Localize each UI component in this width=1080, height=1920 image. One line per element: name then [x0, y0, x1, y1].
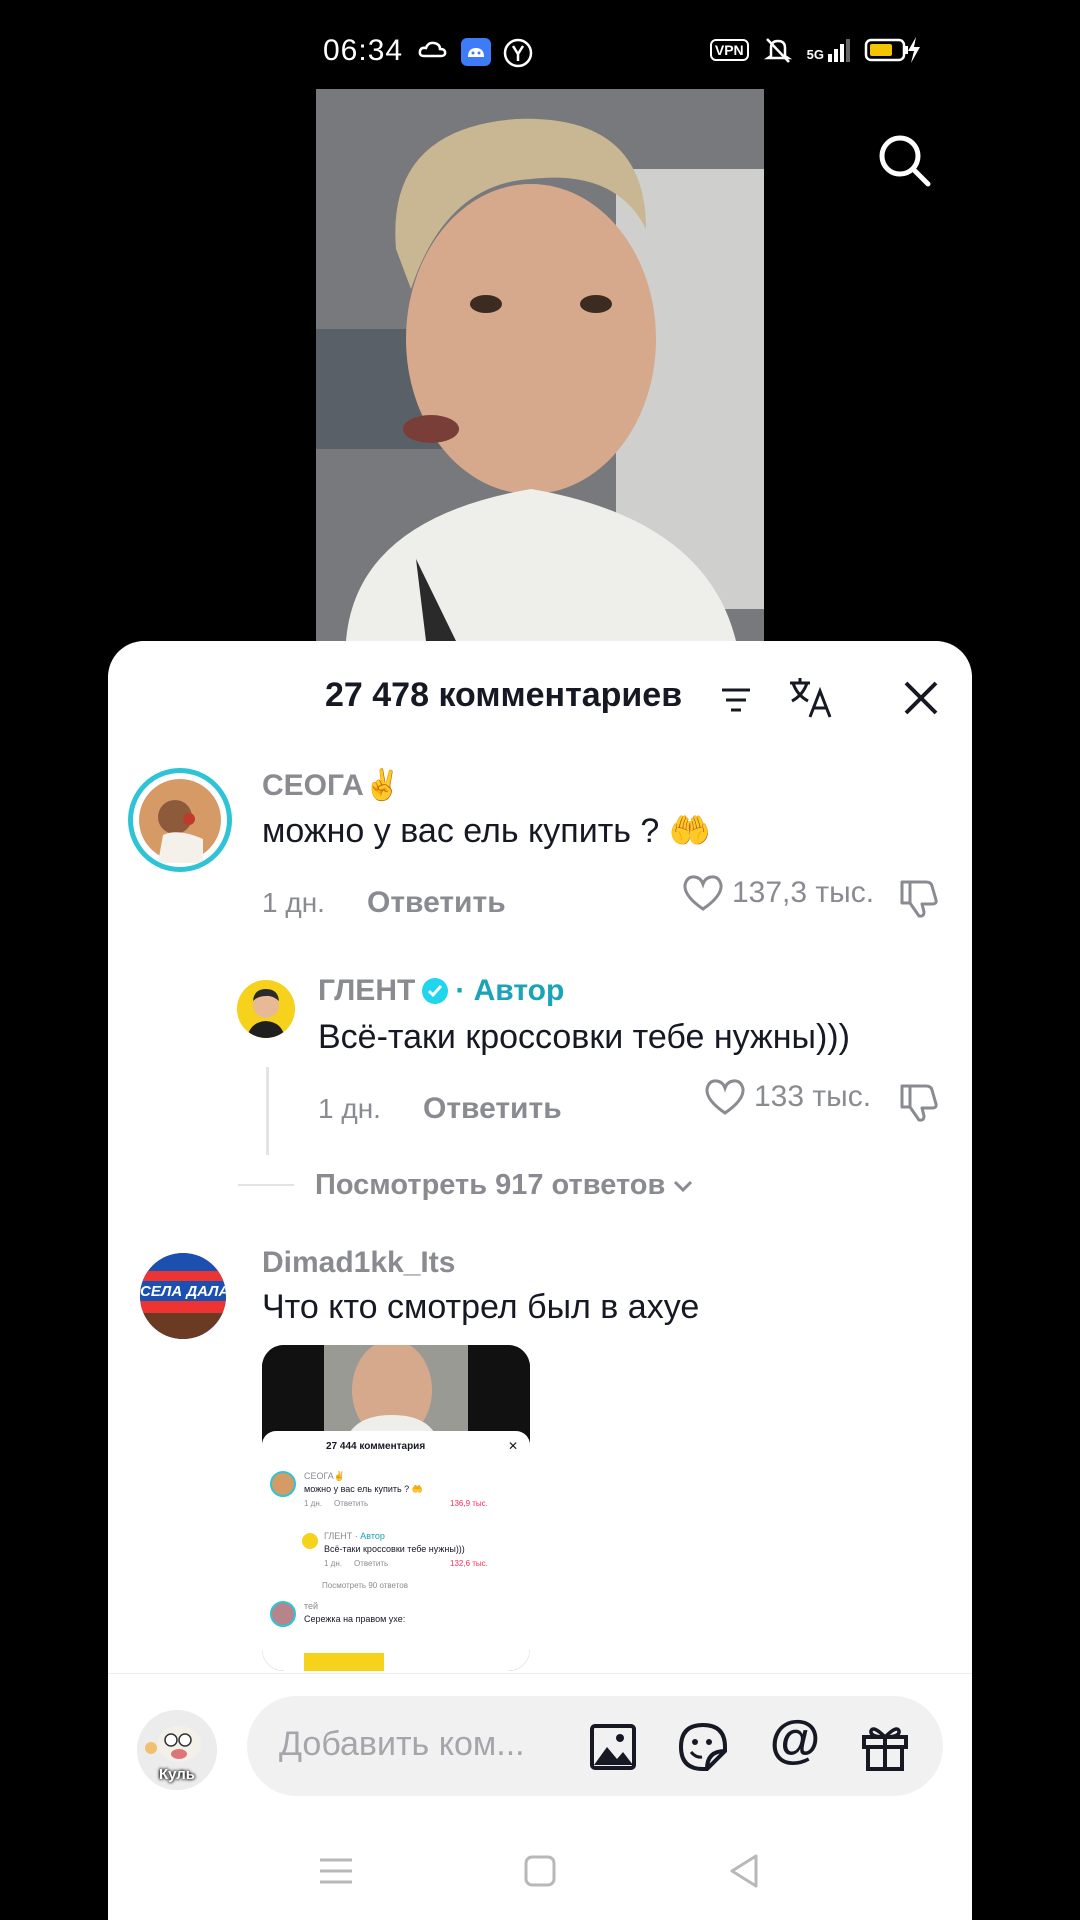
status-bar: 06:34 VPN 5G: [0, 0, 1080, 90]
status-right: VPN 5G: [709, 36, 920, 64]
back-icon[interactable]: [724, 1851, 764, 1891]
dislike-icon[interactable]: [898, 1080, 942, 1124]
avatar-caption: Куль: [158, 1766, 196, 1783]
like-button[interactable]: 133 тыс.: [704, 1078, 871, 1116]
reply-button[interactable]: Ответить: [367, 886, 506, 920]
comment-username[interactable]: Dimad1kk_Its: [262, 1246, 455, 1280]
verified-icon: [422, 978, 449, 1004]
yandex-icon: [503, 38, 533, 68]
comment-text: можно у вас ель купить ? 🤲: [262, 812, 712, 850]
system-nav-bar: [108, 1831, 972, 1920]
dislike-icon[interactable]: [898, 876, 942, 920]
reply-username-row: ГЛЕНТ · Автор: [318, 974, 564, 1008]
like-button[interactable]: 137,3 тыс.: [682, 874, 874, 912]
reply-age: 1 дн.: [318, 1093, 381, 1124]
image-icon[interactable]: [587, 1721, 639, 1773]
reply-username[interactable]: ГЛЕНТ: [318, 974, 415, 1008]
heart-icon: [705, 1079, 745, 1115]
avatar[interactable]: [128, 768, 232, 872]
chevron-down-icon: [674, 1180, 693, 1192]
close-icon[interactable]: [898, 675, 944, 721]
home-icon[interactable]: [520, 1851, 560, 1891]
search-icon[interactable]: [876, 132, 932, 188]
like-count: 137,3 тыс.: [732, 876, 875, 909]
android-icon: [461, 38, 491, 66]
reply-button[interactable]: Ответить: [423, 1092, 562, 1126]
my-avatar[interactable]: Куль: [137, 1710, 217, 1790]
video-player[interactable]: [316, 89, 764, 641]
emoji-icon[interactable]: [677, 1721, 729, 1773]
comment-input[interactable]: Добавить ком... @: [247, 1696, 943, 1796]
attachment-video-frame: [262, 1345, 530, 1445]
like-count: 133 тыс.: [754, 1080, 872, 1113]
reply-text: Всё-таки кроссовки тебе нужны))): [318, 1018, 850, 1056]
comment-input-placeholder: Добавить ком...: [279, 1725, 525, 1763]
divider: [238, 1184, 294, 1186]
comment-composer: Куль Добавить ком... @: [108, 1673, 972, 1814]
attachment-thumbnail: [304, 1653, 384, 1671]
comment-age: 1 дн.: [262, 887, 325, 918]
silent-icon: [763, 38, 792, 63]
filter-icon[interactable]: [720, 685, 752, 715]
close-icon: ✕: [508, 1439, 519, 1453]
clock: 06:34: [323, 34, 404, 67]
comment-attachment-image[interactable]: 27 444 комментария ✕ СЕОГА✌️ можно у вас…: [262, 1345, 530, 1671]
gift-icon[interactable]: [859, 1721, 911, 1773]
video-frame: [316, 89, 764, 641]
comment-text: Что кто смотрел был в ахуе: [262, 1288, 700, 1326]
translate-icon[interactable]: [788, 675, 834, 721]
mention-icon[interactable]: @: [769, 1714, 821, 1766]
comments-sheet: 27 478 комментариев СЕОГА✌️ можно у вас …: [108, 641, 972, 1920]
avatar-image: [237, 980, 295, 1038]
thread-line: [266, 1067, 269, 1155]
avatar-text: СЕЛА ДАЛА: [140, 1283, 226, 1300]
avatar[interactable]: СЕЛА ДАЛА: [140, 1253, 226, 1339]
attachment-mini-sheet: 27 444 комментария ✕ СЕОГА✌️ можно у вас…: [262, 1431, 530, 1671]
menu-icon[interactable]: [316, 1851, 356, 1891]
cloud-icon: [418, 41, 447, 58]
comment-username[interactable]: СЕОГА✌️: [262, 768, 401, 803]
heart-icon: [683, 875, 723, 911]
avatar[interactable]: [237, 980, 295, 1038]
author-badge: · Автор: [455, 974, 565, 1007]
avatar: [270, 1471, 296, 1497]
sheet-header: 27 478 комментариев: [108, 641, 972, 751]
avatar: [270, 1601, 296, 1627]
comments-count-title: 27 478 комментариев: [325, 676, 683, 714]
view-replies-button[interactable]: Посмотреть 917 ответов: [315, 1169, 693, 1202]
signal-5g-icon: 5G: [807, 38, 850, 62]
avatar: [302, 1533, 318, 1549]
vpn-icon: VPN: [709, 39, 749, 61]
battery-charging-icon: [864, 37, 920, 63]
avatar-image: [139, 779, 221, 863]
